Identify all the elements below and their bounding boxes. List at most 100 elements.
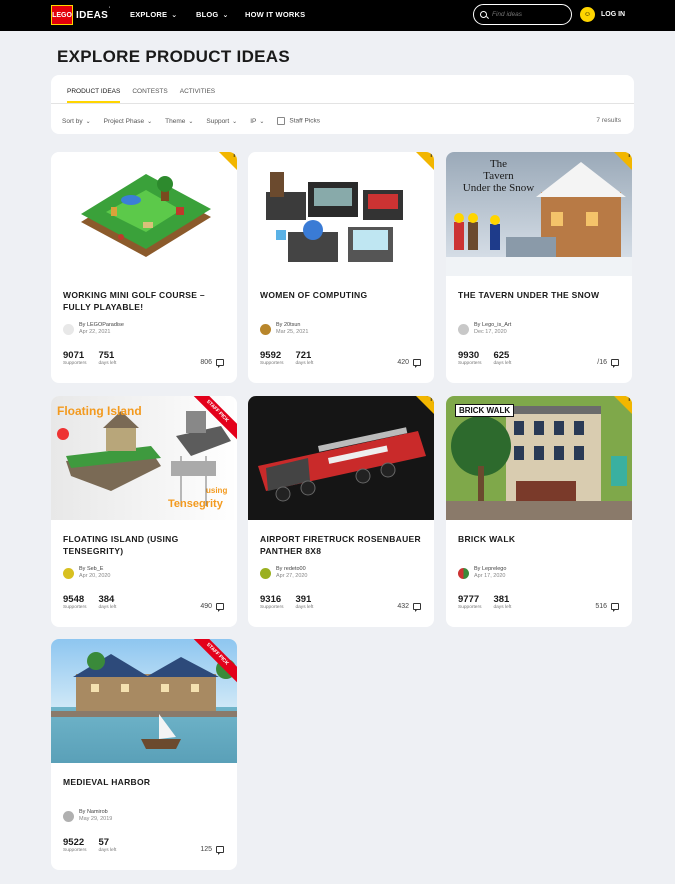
nav-how-it-works-label: HOW IT WORKS (245, 10, 306, 19)
mini-golf-image (81, 174, 211, 257)
search-input[interactable] (492, 11, 562, 18)
nav-blog[interactable]: BLOG ⌄ (196, 10, 229, 19)
image-caption: Tensegrity (168, 498, 223, 510)
post-date: Dec 17, 2020 (474, 329, 507, 335)
post-date: Apr 17, 2020 (474, 573, 506, 579)
tab-product-ideas[interactable]: PRODUCT IDEAS (67, 88, 121, 103)
women-of-computing-image (266, 172, 403, 262)
idea-image[interactable] (51, 639, 237, 763)
author-name[interactable]: By Leprelego (474, 566, 506, 573)
idea-title[interactable]: WOMEN OF COMPUTING (260, 289, 425, 301)
idea-image[interactable] (248, 152, 434, 276)
idea-title[interactable]: THE TAVERN UNDER THE SNOW (458, 289, 623, 301)
supporters-count: 9777 (458, 594, 480, 605)
post-date: Apr 27, 2020 (276, 573, 308, 579)
idea-title[interactable]: FLOATING ISLAND (USING TENSEGRITY) (63, 533, 228, 557)
filter-support[interactable]: Support ⌄ (206, 118, 237, 125)
author[interactable]: By redeto00 Apr 27, 2020 (260, 566, 308, 580)
idea-title[interactable]: AIRPORT FIRETRUCK ROSENBAUER PANTHER 8X8 (260, 533, 425, 557)
filter-sort-by[interactable]: Sort by ⌄ (62, 118, 91, 125)
login-button[interactable]: ☺ LOG IN (580, 7, 625, 22)
nav-explore[interactable]: EXPLORE ⌄ (130, 10, 177, 19)
days-left-label: days left (295, 605, 314, 610)
idea-card[interactable]: STAFF PICK MEDIEVAL HARBOR By Namirob May… (51, 639, 237, 870)
search-icon (480, 11, 487, 18)
info-icon: i (628, 397, 630, 403)
chevron-down-icon: ⌄ (232, 118, 238, 125)
avatar (458, 323, 469, 335)
ideas-logo-text: IDEAS (76, 9, 109, 21)
author-name[interactable]: By 20tsun (276, 322, 308, 329)
idea-card[interactable]: The Tavern Under the Snow i THE TAVERN U… (446, 152, 632, 383)
image-caption: Under the Snow (462, 182, 535, 194)
author[interactable]: By Lego_is_Art Dec 17, 2020 (458, 322, 511, 336)
chevron-down-icon: ⌄ (222, 12, 229, 19)
medieval-harbor-image (51, 652, 237, 749)
tab-activities[interactable]: ACTIVITIES (180, 88, 215, 103)
comments-count[interactable]: 490 (200, 603, 224, 612)
author[interactable]: By LEGOParadise Apr 22, 2021 (63, 322, 124, 336)
author-name[interactable]: By Namirob (79, 809, 112, 816)
author[interactable]: By 20tsun Mar 25, 2021 (260, 322, 308, 336)
idea-image[interactable] (248, 396, 434, 520)
days-left-label: days left (98, 361, 117, 366)
comments-count[interactable]: /16 (597, 359, 619, 368)
filter-theme[interactable]: Theme ⌄ (165, 118, 193, 125)
idea-card[interactable]: Floating Island using Tensegrity STAFF P… (51, 396, 237, 627)
idea-image[interactable] (51, 152, 237, 276)
filter-panel: PRODUCT IDEAS CONTESTS ACTIVITIES Sort b… (51, 75, 634, 134)
search-box[interactable] (473, 4, 572, 25)
supporters-count: 9316 (260, 594, 282, 605)
author-name[interactable]: By redeto00 (276, 566, 308, 573)
filter-project-phase[interactable]: Project Phase ⌄ (104, 118, 153, 125)
info-icon: i (430, 397, 432, 403)
comments-count[interactable]: 125 (200, 846, 224, 855)
idea-card[interactable]: i AIRPORT FIRETRUCK ROSENBAUER PANTHER 8… (248, 396, 434, 627)
comments-count[interactable]: 806 (200, 359, 224, 368)
idea-title[interactable]: BRICK WALK (458, 533, 623, 545)
tab-contests[interactable]: CONTESTS (132, 88, 167, 103)
comments-number: 490 (200, 603, 212, 610)
comments-count[interactable]: 420 (397, 359, 421, 368)
author[interactable]: By Namirob May 29, 2019 (63, 809, 112, 823)
avatar (458, 567, 469, 579)
image-caption: using (206, 486, 228, 495)
firetruck-image (258, 427, 426, 502)
idea-stats: 9548 Supporters 384 days left (63, 594, 128, 610)
days-left-count: 384 (98, 594, 115, 605)
top-nav-bar: LEGO IDEAS ' EXPLORE ⌄ BLOG ⌄ HOW IT WORKS… (0, 0, 675, 31)
supporters-label: Supporters (260, 361, 284, 366)
filter-label: Project Phase (103, 117, 145, 125)
idea-title[interactable]: WORKING MINI GOLF COURSE – FULLY PLAYABL… (63, 289, 228, 313)
filter-label: Support (206, 117, 230, 125)
checkbox-icon[interactable] (277, 117, 286, 125)
tab-bar: PRODUCT IDEAS CONTESTS ACTIVITIES (67, 88, 227, 103)
author[interactable]: By Leprelego Apr 17, 2020 (458, 566, 506, 580)
nav-how-it-works[interactable]: HOW IT WORKS (245, 10, 305, 19)
idea-card[interactable]: i WOMEN OF COMPUTING By 20tsun Mar 25, 20… (248, 152, 434, 383)
post-date: Apr 22, 2021 (79, 329, 111, 335)
idea-card[interactable]: i WORKING MINI GOLF COURSE – FULLY PLAYA… (51, 152, 237, 383)
filter-label: IP (250, 117, 257, 125)
idea-image[interactable]: The Tavern Under the Snow (446, 152, 632, 276)
comment-icon (216, 846, 224, 855)
idea-image[interactable]: BRICK WALK (446, 396, 632, 520)
author-name[interactable]: By Lego_is_Art (474, 322, 511, 329)
comment-icon (611, 603, 619, 612)
author[interactable]: By Seb_E Apr 20, 2020 (63, 566, 111, 580)
author-name[interactable]: By LEGOParadise (79, 322, 124, 329)
comments-number: 516 (595, 603, 607, 610)
staff-picks-checkbox[interactable]: Staff Picks (277, 117, 320, 125)
idea-title[interactable]: MEDIEVAL HARBOR (63, 776, 228, 788)
comments-count[interactable]: 516 (595, 603, 619, 612)
idea-card[interactable]: BRICK WALK i BRICK WALK By Leprelego Apr … (446, 396, 632, 627)
supporters-label: Supporters (458, 605, 482, 610)
author-name[interactable]: By Seb_E (79, 566, 111, 573)
lego-ideas-logo[interactable]: LEGO IDEAS ' (51, 5, 110, 25)
comments-count[interactable]: 432 (397, 603, 421, 612)
avatar (63, 323, 74, 335)
idea-image[interactable]: Floating Island using Tensegrity (51, 396, 237, 520)
filter-ip[interactable]: IP ⌄ (250, 118, 264, 125)
divider (51, 103, 634, 104)
user-icon: ☺ (580, 7, 595, 22)
